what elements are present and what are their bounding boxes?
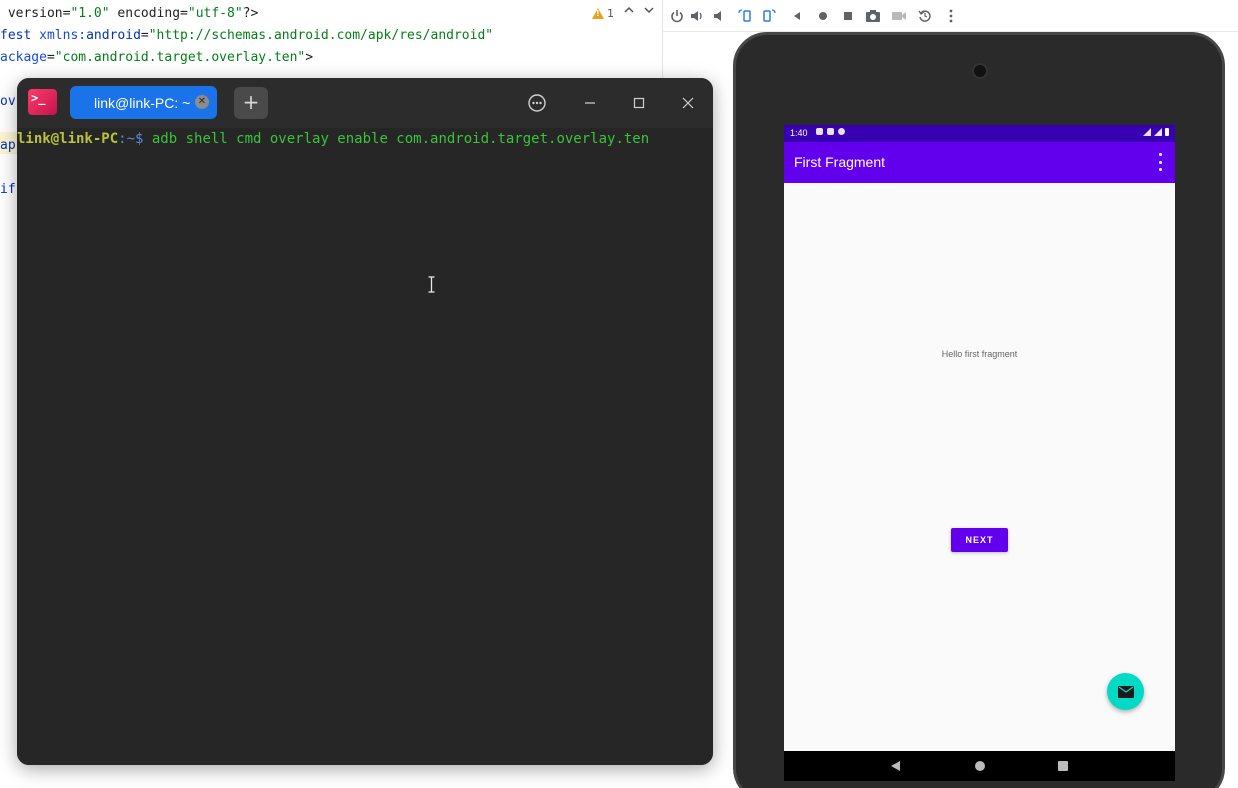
code-token: ?> bbox=[242, 6, 259, 21]
terminal-output[interactable]: link@link-PC:~$ adb shell cmd overlay en… bbox=[17, 128, 713, 765]
battery-icon bbox=[1165, 128, 1169, 136]
code-line-6[interactable]: if bbox=[0, 182, 16, 197]
code-token: if bbox=[0, 182, 16, 197]
chevron-down-icon[interactable] bbox=[641, 4, 657, 20]
screenshot-icon[interactable] bbox=[865, 8, 881, 24]
app-title: First Fragment bbox=[794, 154, 886, 170]
more-icon[interactable] bbox=[943, 8, 959, 24]
device-screen[interactable]: 1:40 First Fragment Hello first fragment… bbox=[784, 125, 1175, 751]
tab-terminal-session[interactable]: link@link-PC: ~ ✕ bbox=[70, 86, 217, 119]
volume-up-icon[interactable] bbox=[689, 8, 705, 24]
cell-signal-icon bbox=[1154, 128, 1162, 136]
volume-down-icon[interactable] bbox=[711, 8, 727, 24]
wifi-notification-icon bbox=[816, 128, 823, 135]
reset-icon[interactable] bbox=[917, 8, 933, 24]
nav-home-icon[interactable] bbox=[975, 761, 985, 771]
notification-icons bbox=[816, 128, 845, 135]
code-token: version= bbox=[0, 6, 71, 21]
code-token: fest bbox=[0, 28, 40, 43]
new-tab-button[interactable]: + bbox=[234, 87, 268, 119]
code-token: "1.0" bbox=[70, 6, 110, 21]
maximize-icon[interactable] bbox=[630, 94, 648, 112]
power-icon[interactable] bbox=[669, 8, 685, 24]
prompt-line: link@link-PC:~$ adb shell cmd overlay en… bbox=[17, 131, 649, 147]
overflow-menu-icon[interactable] bbox=[1157, 153, 1163, 171]
record-icon[interactable] bbox=[891, 8, 907, 24]
prompt-user: link@link-PC bbox=[17, 131, 119, 147]
warning-icon bbox=[592, 8, 604, 19]
code-line-2[interactable]: fest xmlns:android="http://schemas.andro… bbox=[0, 28, 493, 43]
mail-icon bbox=[1117, 685, 1134, 698]
warning-count: 1 bbox=[607, 7, 614, 20]
prompt-path: :~ bbox=[118, 131, 136, 147]
overview-icon[interactable] bbox=[840, 8, 856, 24]
rotate-right-icon[interactable] bbox=[761, 8, 777, 24]
sync-icon bbox=[838, 128, 845, 135]
terminal-app-icon[interactable]: >_ bbox=[28, 89, 57, 115]
chevron-up-icon[interactable] bbox=[621, 4, 637, 20]
tab-label: link@link-PC: ~ bbox=[94, 95, 191, 111]
emulator-toolbar bbox=[663, 0, 1238, 32]
more-options-icon[interactable] bbox=[528, 94, 546, 112]
code-token: ackage bbox=[0, 50, 47, 65]
code-token: > bbox=[305, 50, 314, 65]
hello-text: Hello first fragment bbox=[941, 349, 1018, 359]
rotate-left-icon[interactable] bbox=[737, 8, 753, 24]
code-token: = bbox=[140, 28, 149, 43]
command-text: adb shell cmd overlay enable com.android… bbox=[151, 131, 650, 147]
home-icon[interactable] bbox=[815, 8, 831, 24]
device-frame: 1:40 First Fragment Hello first fragment… bbox=[733, 32, 1225, 788]
back-icon[interactable] bbox=[789, 8, 805, 24]
code-token: xmlns: bbox=[39, 28, 87, 43]
code-token: android bbox=[86, 28, 141, 43]
code-line-5[interactable]: ap bbox=[0, 138, 16, 153]
email-fab[interactable] bbox=[1107, 673, 1144, 710]
close-icon[interactable] bbox=[679, 94, 697, 112]
text-cursor-icon bbox=[428, 276, 435, 293]
warning-indicator[interactable]: 1 bbox=[592, 7, 614, 20]
nav-recents-icon[interactable] bbox=[1058, 761, 1068, 771]
navigation-bar bbox=[784, 751, 1175, 781]
prompt-symbol: $ bbox=[135, 131, 152, 147]
code-token: ov bbox=[0, 94, 16, 109]
status-bar: 1:40 bbox=[784, 125, 1175, 142]
sd-card-icon bbox=[827, 128, 834, 135]
code-token: "com.android.target.overlay.ten" bbox=[54, 50, 306, 65]
next-button[interactable]: NEXT bbox=[951, 528, 1008, 552]
code-token: "utf-8" bbox=[187, 6, 243, 21]
code-token: = bbox=[46, 50, 55, 65]
terminal-window[interactable]: >_ link@link-PC: ~ ✕ + link@link-PC:~$ a… bbox=[17, 78, 713, 765]
terminal-titlebar[interactable]: >_ link@link-PC: ~ ✕ + bbox=[17, 78, 713, 128]
code-token: "http://schemas.android.com/apk/res/andr… bbox=[148, 28, 494, 43]
desktop: version="1.0" encoding="utf-8"?> fest xm… bbox=[0, 0, 1238, 788]
front-camera bbox=[972, 63, 988, 79]
app-bar: First Fragment bbox=[784, 142, 1175, 183]
status-right bbox=[1143, 128, 1169, 136]
code-line-1[interactable]: version="1.0" encoding="utf-8"?> bbox=[0, 6, 259, 21]
wifi-signal-icon bbox=[1143, 128, 1151, 136]
code-token: ap bbox=[0, 138, 16, 153]
code-line-3[interactable]: ackage="com.android.target.overlay.ten"> bbox=[0, 50, 313, 65]
tab-close-icon[interactable]: ✕ bbox=[195, 95, 209, 109]
emulator-panel: 1:40 First Fragment Hello first fragment… bbox=[663, 0, 1238, 788]
status-time: 1:40 bbox=[790, 128, 808, 138]
code-token: encoding= bbox=[109, 6, 188, 21]
code-line-4[interactable]: ov bbox=[0, 94, 16, 109]
minimize-icon[interactable] bbox=[581, 94, 599, 112]
nav-back-icon[interactable] bbox=[891, 761, 900, 771]
